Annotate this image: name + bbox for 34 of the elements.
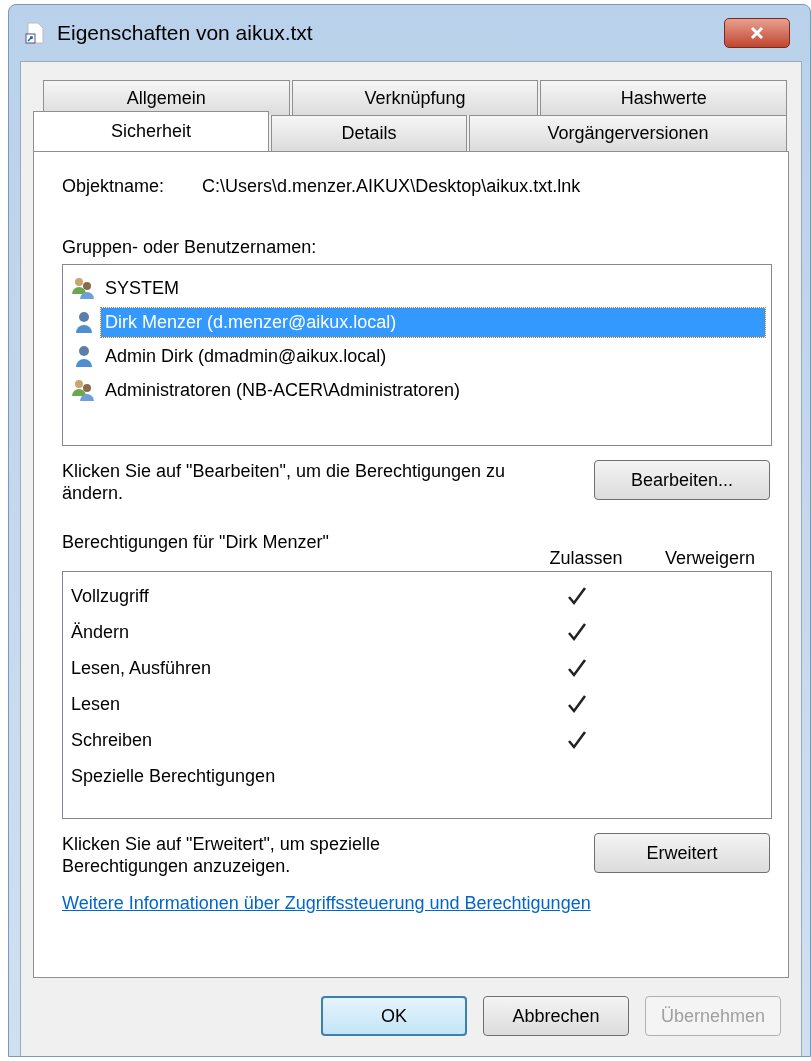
permissions-label: Berechtigungen für "Dirk Menzer" [62,532,330,553]
tab[interactable]: Hashwerte [540,80,787,115]
deny-column-header: Verweigern [663,548,757,569]
close-button[interactable] [724,18,790,48]
user-list-item[interactable]: SYSTEM [101,273,765,303]
permission-name: Schreiben [71,729,153,750]
object-name-label: Objektname: [62,176,165,197]
help-link[interactable]: Weitere Informationen über Zugriffssteuerung und Berechtigungen [62,893,591,913]
object-name-value: C:\Users\d.menzer.AIKUX\Desktop\aikux.txt.lnk [202,176,581,197]
permission-name: Lesen, Ausführen [71,657,212,678]
tab[interactable]: Details [271,115,467,151]
window-title: Eigenschaften von aikux.txt [57,21,314,45]
dialog-button[interactable]: Abbrechen [483,996,629,1036]
advanced-button[interactable]: Erweitert [594,833,770,873]
permission-name: Spezielle Berechtigungen [71,765,276,786]
user-list-item[interactable]: Administratoren (NB-ACER\Administratoren) [101,375,765,405]
dialog-button[interactable]: OK [321,996,467,1036]
edit-hint: Klicken Sie auf "Bearbeiten", um die Berechtigungen zu ändern. [62,460,506,504]
close-icon [749,26,765,40]
user-list-item[interactable]: Admin Dirk (dmadmin@aikux.local) [101,341,765,371]
file-shortcut-icon [25,22,45,44]
permission-name: Vollzugriff [71,585,149,606]
tab[interactable]: Vorgängerversionen [469,115,787,151]
permission-name: Lesen [71,693,121,714]
tab[interactable]: Allgemein [43,80,290,115]
users-icon [71,378,97,402]
permission-name: Ändern [71,621,130,642]
tab[interactable]: Sicherheit [33,111,269,151]
users-icon [71,276,97,300]
edit-button[interactable]: Bearbeiten... [594,460,770,500]
groups-label: Gruppen- oder Benutzernamen: [62,237,318,258]
tab[interactable]: Verknüpfung [291,80,539,115]
allow-column-header: Zulassen [548,548,624,569]
advanced-hint: Klicken Sie auf "Erweitert", um spezielle Berechtigungen anzuzeigen. [62,833,381,877]
